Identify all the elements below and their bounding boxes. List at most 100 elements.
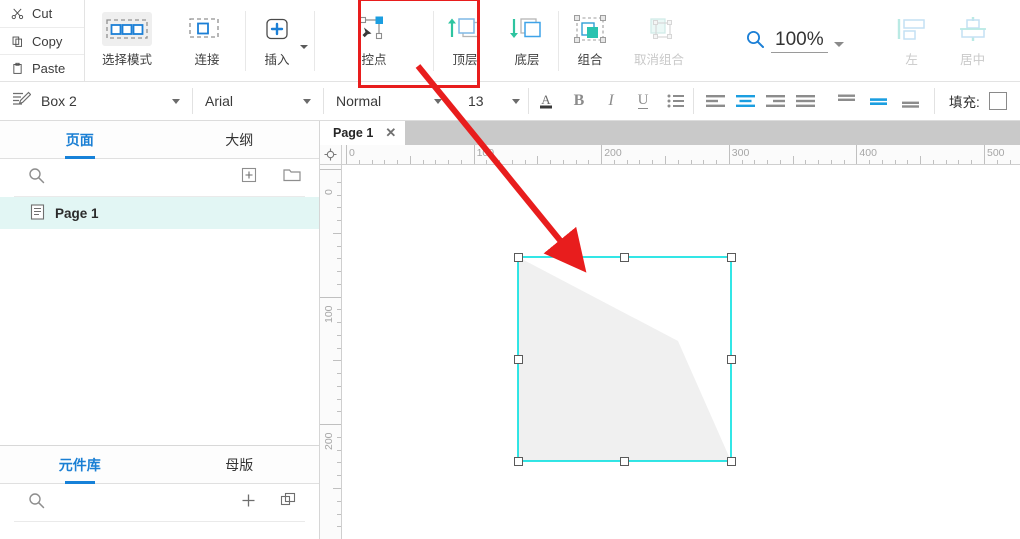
align-right-button[interactable] [760,82,790,121]
insert-dropdown-caret-icon[interactable] [300,45,308,49]
ruler-tick [337,258,341,260]
ruler-tick [337,181,341,183]
ruler-label: 100 [476,147,495,159]
clipboard-menu: Cut Copy Paste [0,0,85,82]
library-search-input[interactable] [55,495,231,510]
shape-name-selector[interactable]: Box 2 [0,82,192,121]
zoom-value[interactable]: 100% [771,29,828,53]
ruler-tick [337,462,341,464]
toolbar-button-align-left[interactable]: 左 [882,0,942,82]
chevron-down-icon[interactable] [434,98,442,104]
fill-control[interactable]: 填充: [935,91,1007,111]
ruler-origin-button[interactable] [320,145,342,165]
toolbar-button-insert[interactable]: 插入 [246,0,298,82]
toolbar-button-control-point[interactable]: 控点 [315,0,433,82]
page-list-item[interactable]: Page 1 [0,197,319,229]
tab-label: 母版 [225,456,254,473]
chevron-down-icon[interactable] [303,98,311,104]
ruler-tick [996,160,998,164]
library-panel: 元件库 母版 [0,445,324,539]
ruler-tick [984,145,985,164]
tab-outline[interactable]: 大纲 [160,121,320,158]
ruler-tick [524,160,526,164]
toolbar-button-bring-to-front[interactable]: 顶层 [434,0,496,82]
resize-handle-nw[interactable] [514,253,523,262]
valign-middle-button[interactable] [862,82,894,121]
ruler-tick [601,145,603,164]
page-tab[interactable]: Page 1 ✕ [320,121,406,145]
ruler-tick [337,449,341,451]
text-style-selector[interactable]: Normal [324,82,454,121]
toolbar-button-connect[interactable]: 连接 [169,0,245,82]
ruler-tick [486,160,488,164]
valign-bottom-icon [901,101,919,108]
toolbar-button-select-mode[interactable]: 选择模式 [85,0,169,82]
toolbar-group-mode: 选择模式 连接 [85,0,245,82]
tab-label: 元件库 [58,456,101,473]
zoom-dropdown-caret-icon[interactable] [833,41,844,47]
resize-handle-s[interactable] [620,457,629,466]
align-left-button[interactable] [700,82,730,121]
chevron-down-icon[interactable] [512,98,520,104]
menu-item-copy[interactable]: Copy [0,28,84,56]
underline-button[interactable]: U [627,82,659,121]
shape-name-value: Box 2 [41,93,77,109]
toolbar-button-label: 连接 [194,53,220,67]
ruler-tick [511,160,513,164]
toolbar-button-group[interactable]: 组合 [559,0,621,82]
bold-button[interactable]: B [563,82,595,121]
menu-item-cut[interactable]: Cut [0,0,84,28]
close-icon[interactable]: ✕ [385,125,396,141]
search-zoom-icon [745,29,765,54]
menu-item-label: Copy [32,33,63,49]
resize-handle-se[interactable] [727,457,736,466]
add-page-icon[interactable] [241,167,257,188]
ruler-tick [422,160,424,164]
resize-handle-w[interactable] [514,355,523,364]
ruler-tick [337,271,341,273]
toolbar-button-label: 居中 [960,53,986,67]
menu-item-paste[interactable]: Paste [0,55,84,82]
shape-edit-icon [12,90,32,113]
bullet-list-button[interactable] [659,82,693,121]
pages-search-input[interactable] [55,170,231,185]
ruler-tick [337,411,341,413]
add-icon[interactable] [241,493,256,513]
ruler-label: 100 [323,305,335,323]
fill-color-swatch[interactable] [988,92,1007,110]
resize-handle-e[interactable] [727,355,736,364]
horizontal-ruler: 0 100 200 300 400 500 [342,145,1020,165]
valign-top-button[interactable] [830,82,862,121]
valign-bottom-button[interactable] [894,82,926,121]
align-center-button[interactable] [730,82,760,121]
ruler-tick [945,160,947,164]
new-folder-icon[interactable] [283,167,301,188]
chevron-down-icon[interactable] [172,98,180,104]
toolbar-button-ungroup[interactable]: 取消组合 [621,0,697,82]
ruler-tick [613,160,615,164]
search-icon[interactable] [28,167,45,189]
font-color-button[interactable]: A [529,82,563,121]
search-icon[interactable] [28,492,45,514]
tab-library[interactable]: 元件库 [0,446,160,483]
ruler-tick [337,220,341,222]
align-justify-button[interactable] [790,82,820,121]
ruler-tick [779,160,781,164]
duplicate-icon[interactable] [280,492,296,513]
tab-masters[interactable]: 母版 [160,446,320,483]
ruler-tick [932,160,934,164]
resize-handle-sw[interactable] [514,457,523,466]
design-canvas[interactable] [343,166,1020,539]
resize-handle-n[interactable] [620,253,629,262]
zoom-control[interactable]: 100% [729,0,860,82]
italic-button[interactable]: I [595,82,627,121]
toolbar-button-send-to-back[interactable]: 底层 [496,0,558,82]
toolbar-button-align-center[interactable]: 居中 [942,0,1004,82]
font-size-selector[interactable]: 13 [454,82,528,121]
ruler-label: 500 [987,147,1005,159]
font-family-selector[interactable]: Arial [193,82,323,121]
resize-handle-ne[interactable] [727,253,736,262]
canvas-shape-layer [517,256,732,462]
ruler-label: 200 [323,432,335,451]
tab-pages[interactable]: 页面 [0,121,160,158]
